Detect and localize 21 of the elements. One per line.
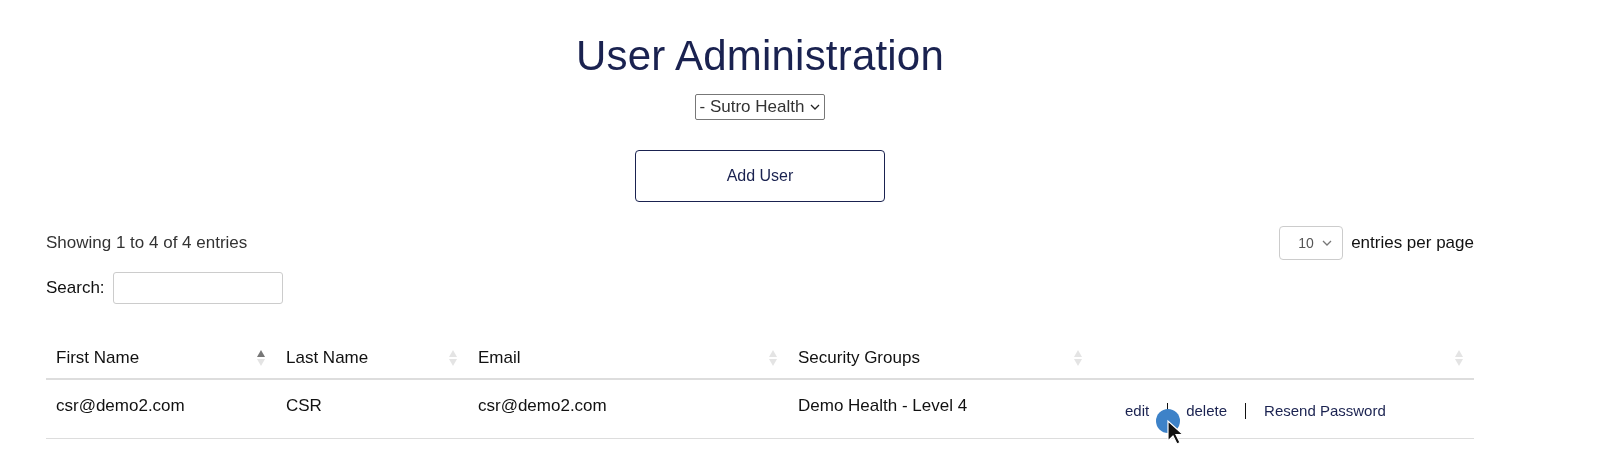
chevron-icon [1322,239,1333,247]
table-cell: csr@demo2.com [46,379,276,439]
table-cell: csr@demo2.com [468,379,788,439]
action-link[interactable]: delete [1186,402,1228,419]
column-header[interactable]: Security Groups [788,334,1093,379]
entries-per-page-label: entries per page [1351,233,1474,253]
page-size-select[interactable]: 10 [1279,226,1344,260]
search-field[interactable] [112,272,283,304]
chevron-icon [810,103,821,111]
search-label: Search: [46,278,105,298]
column-header[interactable]: Email [468,334,788,379]
action-link[interactable]: Resend Password [1264,402,1386,419]
table-cell: CSR [276,379,468,439]
page-title: User Administration [575,31,945,80]
organization-select[interactable]: - Sutro Health [694,94,826,120]
add-user-button[interactable]: Add User [635,150,885,202]
action-link[interactable]: edit [1125,402,1150,419]
column-header[interactable]: First Name [46,334,276,379]
column-header[interactable]: Last Name [276,334,468,379]
entries-summary: Showing 1 to 4 of 4 entries [46,233,248,253]
table-cell: Demo Health - Level 4 [788,379,1093,439]
